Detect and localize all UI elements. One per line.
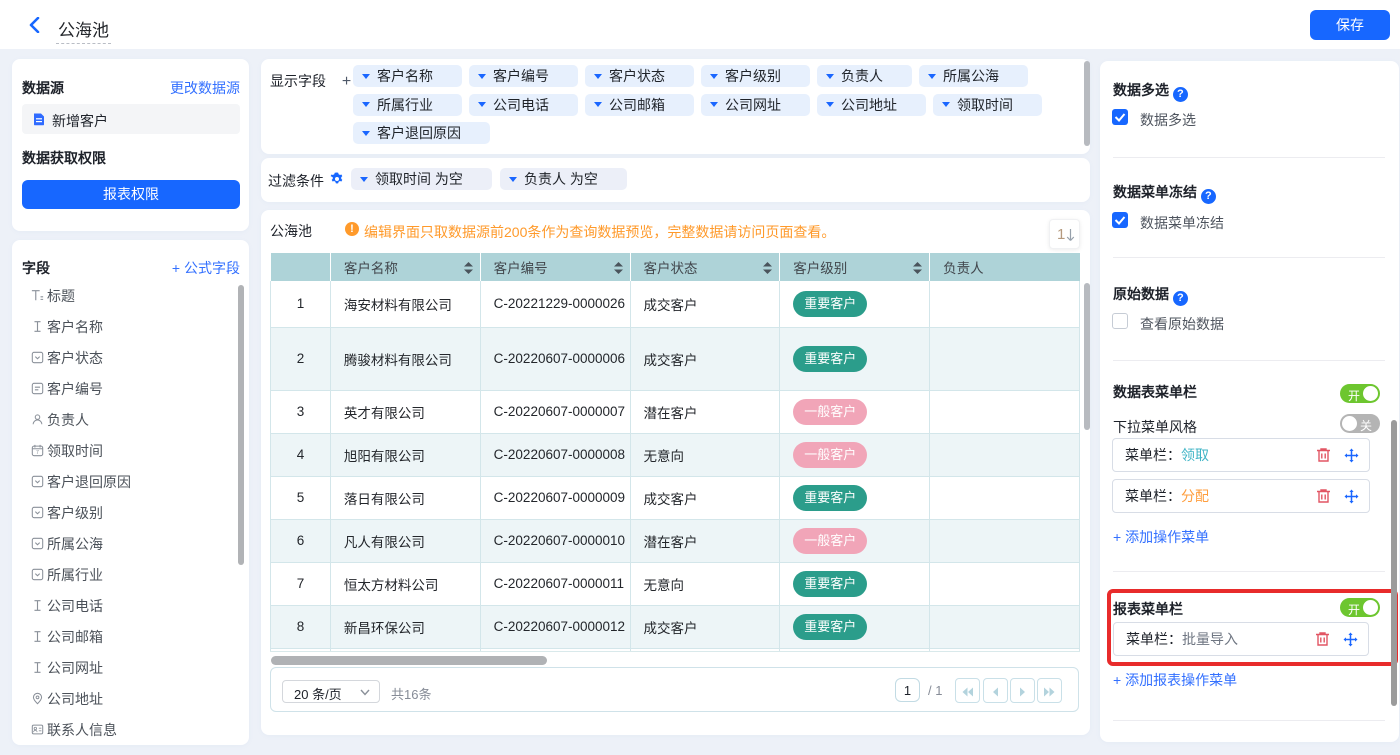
svg-text:7: 7: [36, 450, 39, 456]
